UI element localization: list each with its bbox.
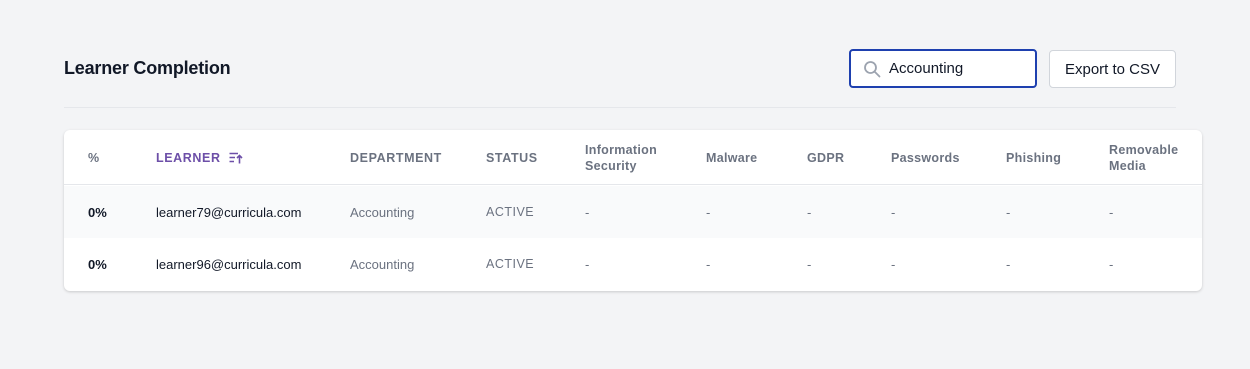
learner-email: learner79@curricula.com [156, 204, 302, 220]
column-header-label-line1: Information [585, 142, 658, 157]
gdpr-cell: - [807, 256, 812, 272]
passwords-cell: - [891, 256, 896, 272]
page-header: Learner Completion Export to CSV [64, 40, 1176, 108]
column-header-label: Malware [706, 150, 758, 165]
gdpr-cell: - [807, 204, 812, 220]
column-header-status[interactable]: STATUS [486, 130, 538, 185]
column-header-label-line2: Security [585, 158, 637, 173]
removable-media-cell: - [1109, 204, 1114, 220]
export-csv-button[interactable]: Export to CSV [1049, 50, 1176, 88]
information-security-cell: - [585, 204, 590, 220]
column-header-label-line1: Removable [1109, 142, 1179, 157]
status-cell: ACTIVE [486, 205, 535, 219]
column-header-information-security[interactable]: Information Security [585, 130, 657, 185]
column-header-label: Phishing [1006, 150, 1062, 165]
table-header: % LEARNER DEPARTMENT STATUS Information … [64, 130, 1202, 185]
column-header-learner[interactable]: LEARNER [156, 130, 243, 185]
malware-cell: - [706, 256, 711, 272]
phishing-cell: - [1006, 256, 1011, 272]
column-header-label: STATUS [486, 150, 538, 165]
column-header-removable-media[interactable]: Removable Media [1109, 130, 1178, 185]
status-cell: ACTIVE [486, 257, 535, 271]
sort-ascending-icon [229, 152, 243, 163]
learner-table: % LEARNER DEPARTMENT STATUS Information … [64, 130, 1202, 291]
page-title: Learner Completion [64, 58, 231, 78]
column-header-label: Information Security [585, 142, 657, 174]
department-cell: Accounting [350, 204, 415, 220]
column-header-label: LEARNER [156, 150, 221, 165]
column-header-label: DEPARTMENT [350, 150, 442, 165]
column-header-label-line2: Media [1109, 158, 1146, 173]
table-row[interactable]: 0% learner96@curricula.com Accounting AC… [64, 238, 1202, 290]
column-header-label: Passwords [891, 150, 960, 165]
phishing-cell: - [1006, 204, 1011, 220]
column-header-malware[interactable]: Malware [706, 130, 757, 185]
completion-percent: 0% [88, 204, 107, 220]
search-icon [864, 61, 881, 78]
column-header-label: Removable Media [1109, 142, 1178, 174]
column-header-phishing[interactable]: Phishing [1006, 130, 1061, 185]
information-security-cell: - [585, 256, 590, 272]
table-row[interactable]: 0% learner79@curricula.com Accounting AC… [64, 186, 1202, 238]
removable-media-cell: - [1109, 256, 1114, 272]
completion-percent: 0% [88, 256, 107, 272]
column-header-label: % [88, 150, 100, 165]
column-header-label: GDPR [807, 150, 845, 165]
learner-email: learner96@curricula.com [156, 256, 302, 272]
column-header-gdpr[interactable]: GDPR [807, 130, 844, 185]
search-input[interactable] [889, 51, 1029, 86]
passwords-cell: - [891, 204, 896, 220]
search-box[interactable] [849, 49, 1037, 88]
department-cell: Accounting [350, 256, 415, 272]
column-header-passwords[interactable]: Passwords [891, 130, 960, 185]
column-header-percent[interactable]: % [88, 130, 100, 185]
malware-cell: - [706, 204, 711, 220]
column-header-department[interactable]: DEPARTMENT [350, 130, 442, 185]
